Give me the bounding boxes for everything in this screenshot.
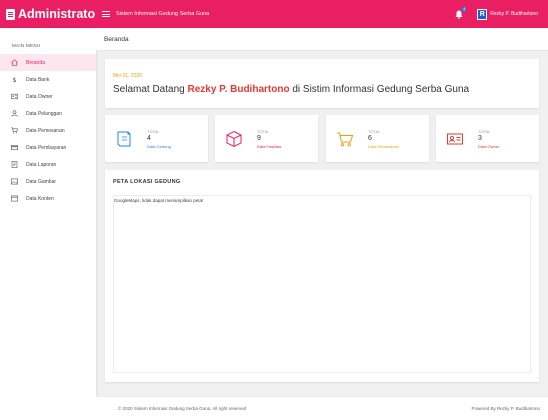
sidebar-item-label: Data Owner — [26, 93, 53, 100]
stat-card-gedung: TOTAL 4 Data Gedung — [105, 115, 208, 162]
map-title: PETA LOKASI GEDUNG — [113, 179, 181, 185]
stat-link-data-owner[interactable]: Data Owner — [478, 144, 499, 149]
sidebar-item-data-pemesanan[interactable]: Data Pemesanan — [0, 122, 96, 139]
sidebar-item-label: Data Pelanggan — [26, 110, 62, 117]
breadcrumb-current: Beranda — [104, 35, 129, 43]
stat-label: TOTAL — [368, 128, 381, 134]
stat-card-pemesanan: TOTAL 6 Data Pemesanan — [326, 115, 429, 162]
sidebar-item-data-konten[interactable]: Data Konten — [0, 190, 96, 207]
welcome-suffix: di Sistim Informasi Gedung Serba Guna — [289, 84, 470, 95]
stat-value: 4 — [147, 134, 151, 142]
image-icon — [11, 178, 18, 185]
id-card-icon — [446, 130, 464, 148]
sidebar-item-label: Data Bank — [26, 76, 50, 83]
cart-icon — [11, 127, 18, 134]
stat-label: TOTAL — [478, 128, 491, 134]
svg-text:$: $ — [12, 76, 16, 83]
top-bar: Administrator Sistem Informasi Gedung Se… — [0, 0, 548, 28]
stat-link-data-pemesanan[interactable]: Data Pemesanan — [368, 144, 399, 149]
sidebar-item-label: Data Pembayaran — [26, 144, 67, 151]
sidebar-item-data-bank[interactable]: $ Data Bank — [0, 71, 96, 88]
stat-value: 3 — [478, 134, 482, 142]
welcome-user-name: Rezky P. Budihartono — [187, 84, 290, 95]
window-icon — [11, 195, 18, 202]
sidebar-item-beranda[interactable]: Beranda — [0, 54, 96, 71]
menu-heading: MAIN MENU — [12, 43, 41, 48]
stat-card-fasilitas: TOTAL 9 Data Fasilitas — [215, 115, 318, 162]
menu-toggle-icon[interactable] — [102, 11, 110, 17]
sidebar-item-data-owner[interactable]: Data Owner — [0, 88, 96, 105]
document-icon — [6, 8, 15, 20]
building-icon — [115, 130, 133, 148]
user-name: Rezky P. Budihartono — [490, 11, 538, 17]
footer: © 2020 Sistem Informasi Gedung Serba Gun… — [96, 396, 548, 420]
sidebar-item-data-pelanggan[interactable]: Data Pelanggan — [0, 105, 96, 122]
avatar: R — [477, 8, 488, 20]
welcome-date: Mei 01, 2020 — [113, 73, 142, 79]
sidebar-item-label: Data Pemesanan — [26, 127, 65, 134]
sidebar: MAIN MENU Beranda $ Data Bank Data Owner… — [0, 28, 96, 420]
footer-copyright: © 2020 Sistem Informasi Gedung Serba Gun… — [118, 406, 247, 411]
dollar-icon: $ — [11, 76, 18, 83]
box-icon — [225, 130, 243, 148]
map-card: PETA LOKASI GEDUNG GoogleMaps, tidak dap… — [105, 170, 539, 382]
breadcrumb: Beranda — [96, 28, 548, 51]
id-card-icon — [11, 93, 18, 100]
app-title: Sistem Informasi Gedung Serba Guna — [116, 11, 210, 17]
user-icon — [11, 110, 18, 117]
map-error-message: GoogleMaps, tidak dapat menampilkan peta… — [114, 198, 204, 203]
credit-card-icon — [11, 144, 18, 151]
sidebar-item-label: Data Konten — [26, 195, 54, 202]
stat-link-data-fasilitas[interactable]: Data Fasilitas — [257, 144, 281, 149]
stat-label: TOTAL — [257, 128, 270, 134]
sidebar-item-label: Beranda — [26, 59, 45, 66]
sidebar-item-data-pembayaran[interactable]: Data Pembayaran — [0, 139, 96, 156]
notification-badge: 4 — [462, 6, 467, 12]
welcome-card: Mei 01, 2020 Selamat Datang Rezky P. Bud… — [105, 59, 539, 108]
welcome-message: Selamat Datang Rezky P. Budihartono di S… — [113, 84, 539, 95]
welcome-prefix: Selamat Datang — [113, 84, 188, 95]
notification-button[interactable]: 4 — [455, 6, 467, 19]
report-icon — [11, 161, 18, 168]
cart-icon — [336, 130, 354, 148]
sidebar-item-label: Data Laporan — [26, 161, 57, 168]
sidebar-item-data-gambar[interactable]: Data Gambar — [0, 173, 96, 190]
brand-title: Administrator — [18, 7, 96, 21]
map-container[interactable]: GoogleMaps, tidak dapat menampilkan peta… — [113, 195, 531, 373]
stat-value: 6 — [368, 134, 372, 142]
home-icon — [11, 59, 18, 66]
stat-label: TOTAL — [147, 128, 160, 134]
sidebar-item-label: Data Gambar — [26, 178, 57, 185]
brand[interactable]: Administrator — [0, 0, 96, 28]
footer-powered-by: Powered By Rezky P. Budihartono — [471, 406, 540, 411]
stat-link-data-gedung[interactable]: Data Gedung — [147, 144, 171, 149]
sidebar-item-data-laporan[interactable]: Data Laporan — [0, 156, 96, 173]
user-menu[interactable]: R Rezky P. Budihartono — [477, 8, 538, 20]
stat-value: 9 — [257, 134, 261, 142]
stat-card-owner: TOTAL 3 Data Owner — [436, 115, 539, 162]
